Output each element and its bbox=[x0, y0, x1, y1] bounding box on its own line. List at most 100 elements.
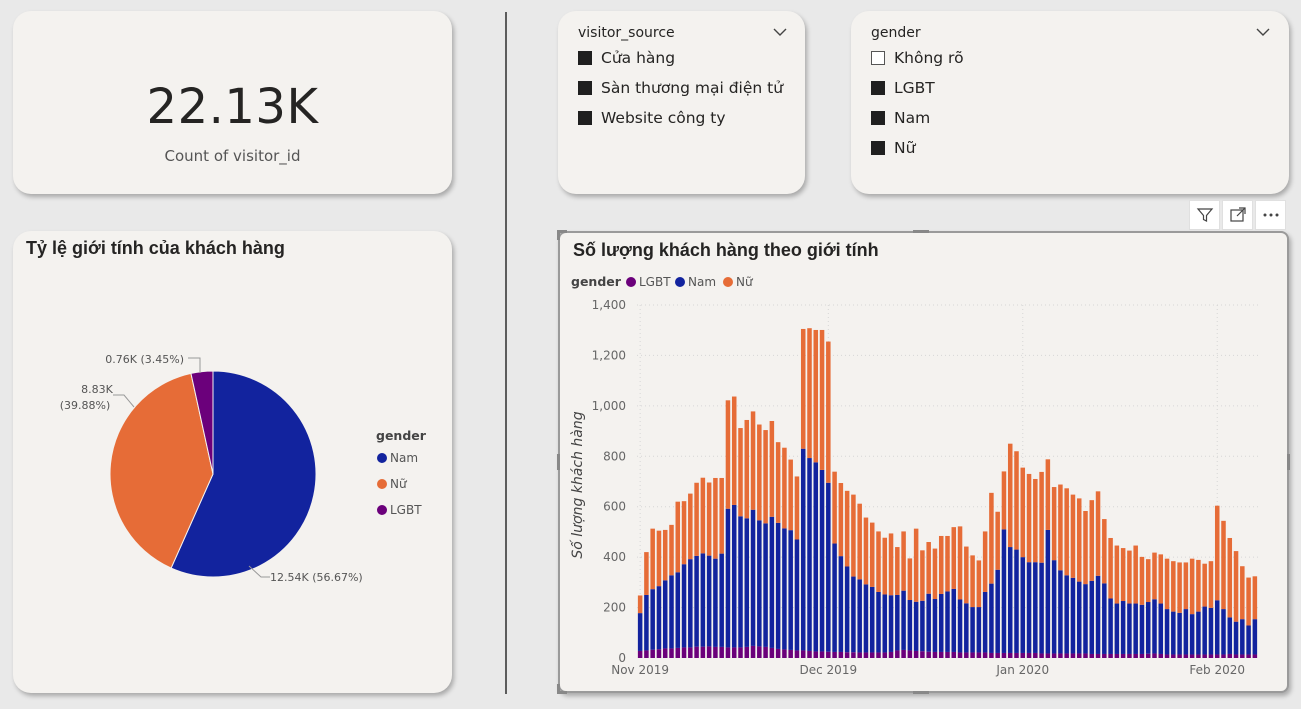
bar-segment-n[interactable] bbox=[1177, 562, 1182, 613]
filter-button[interactable] bbox=[1189, 200, 1220, 230]
bar-segment-n[interactable] bbox=[1001, 471, 1007, 530]
bar-segment-n[interactable] bbox=[1196, 559, 1201, 612]
bar-segment-n[interactable] bbox=[713, 477, 718, 559]
bar-segment-lgbt[interactable] bbox=[819, 651, 825, 658]
bar-segment-lgbt[interactable] bbox=[788, 649, 793, 658]
bar-segment-nam[interactable] bbox=[681, 564, 687, 648]
bar-segment-nam[interactable] bbox=[826, 482, 831, 652]
bar-segment-nam[interactable] bbox=[1108, 598, 1113, 654]
bar-segment-n[interactable] bbox=[744, 419, 750, 519]
bar-segment-lgbt[interactable] bbox=[713, 646, 718, 658]
bar-segment-nam[interactable] bbox=[1064, 575, 1069, 654]
bar-segment-lgbt[interactable] bbox=[650, 649, 655, 658]
bar-segment-lgbt[interactable] bbox=[1252, 654, 1258, 658]
bar-segment-lgbt[interactable] bbox=[694, 646, 699, 658]
bar-segment-n[interactable] bbox=[964, 546, 969, 604]
bar-segment-nam[interactable] bbox=[1158, 603, 1164, 654]
bar-segment-n[interactable] bbox=[1051, 487, 1057, 561]
bar-segment-n[interactable] bbox=[813, 329, 819, 463]
bar-segment-n[interactable] bbox=[976, 560, 982, 608]
bar-segment-lgbt[interactable] bbox=[813, 651, 819, 658]
chevron-down-icon[interactable] bbox=[1256, 27, 1270, 37]
bar-segment-lgbt[interactable] bbox=[1233, 654, 1239, 658]
bar-segment-lgbt[interactable] bbox=[1189, 654, 1195, 658]
bar-segment-lgbt[interactable] bbox=[932, 651, 938, 658]
bar-segment-lgbt[interactable] bbox=[1145, 653, 1151, 658]
bar-segment-nam[interactable] bbox=[694, 555, 699, 647]
bar-segment-nam[interactable] bbox=[1240, 619, 1245, 655]
bar-segment-n[interactable] bbox=[644, 552, 649, 595]
bar-segment-n[interactable] bbox=[706, 482, 712, 556]
bar-segment-n[interactable] bbox=[995, 511, 1000, 570]
bar-segment-n[interactable] bbox=[913, 528, 919, 602]
bar-segment-nam[interactable] bbox=[1233, 621, 1239, 655]
bar-segment-nam[interactable] bbox=[1152, 599, 1157, 654]
bar-segment-lgbt[interactable] bbox=[706, 646, 712, 658]
bar-segment-lgbt[interactable] bbox=[1001, 652, 1007, 658]
kpi-card[interactable]: 22.13K Count of visitor_id bbox=[13, 11, 452, 194]
bar-segment-lgbt[interactable] bbox=[1208, 654, 1214, 658]
bar-segment-lgbt[interactable] bbox=[982, 652, 988, 658]
bar-segment-n[interactable] bbox=[1171, 561, 1176, 612]
more-options-button[interactable] bbox=[1255, 200, 1286, 230]
bar-segment-nam[interactable] bbox=[1033, 562, 1038, 653]
bar-segment-lgbt[interactable] bbox=[1120, 653, 1126, 658]
bar-segment-n[interactable] bbox=[907, 558, 913, 601]
bar-segment-nam[interactable] bbox=[757, 520, 762, 647]
bar-segment-nam[interactable] bbox=[895, 594, 900, 651]
bar-segment-n[interactable] bbox=[719, 477, 724, 554]
bar-segment-nam[interactable] bbox=[1102, 583, 1107, 654]
bar-segment-n[interactable] bbox=[1139, 556, 1145, 605]
bar-segment-nam[interactable] bbox=[688, 559, 693, 648]
bar-segment-n[interactable] bbox=[662, 529, 668, 581]
bar-segment-n[interactable] bbox=[1108, 537, 1113, 599]
bar-segment-nam[interactable] bbox=[1214, 600, 1220, 655]
bar-segment-lgbt[interactable] bbox=[844, 652, 850, 658]
bar-segment-nam[interactable] bbox=[1171, 611, 1176, 655]
bar-segment-n[interactable] bbox=[656, 530, 662, 587]
bar-segment-lgbt[interactable] bbox=[826, 651, 831, 658]
bar-segment-lgbt[interactable] bbox=[882, 652, 888, 658]
bar-segment-n[interactable] bbox=[688, 493, 693, 560]
checkbox-icon[interactable] bbox=[871, 111, 885, 125]
bar-segment-nam[interactable] bbox=[1120, 601, 1126, 654]
bar-segment-n[interactable] bbox=[1152, 552, 1157, 600]
bar-segment-nam[interactable] bbox=[957, 599, 963, 653]
legend-label-nu[interactable]: Nữ bbox=[390, 477, 408, 491]
bar-segment-n[interactable] bbox=[1145, 559, 1151, 603]
bar-segment-nam[interactable] bbox=[794, 539, 800, 651]
checkbox-icon[interactable] bbox=[578, 51, 592, 65]
bar-segment-nam[interactable] bbox=[882, 594, 888, 653]
bar-segment-lgbt[interactable] bbox=[775, 648, 781, 658]
bar-segment-nam[interactable] bbox=[876, 591, 881, 653]
bar-segment-nam[interactable] bbox=[1083, 584, 1088, 654]
bar-segment-nam[interactable] bbox=[888, 595, 894, 652]
bar-segment-n[interactable] bbox=[895, 547, 900, 595]
bar-segment-lgbt[interactable] bbox=[662, 648, 668, 658]
bar-segment-lgbt[interactable] bbox=[1007, 652, 1013, 658]
bar-segment-lgbt[interactable] bbox=[1089, 653, 1095, 658]
bar-segment-lgbt[interactable] bbox=[1214, 654, 1220, 658]
bar-segment-nam[interactable] bbox=[926, 593, 931, 652]
checkbox-icon[interactable] bbox=[578, 111, 592, 125]
bar-segment-nam[interactable] bbox=[920, 600, 925, 652]
bar-segment-n[interactable] bbox=[819, 329, 825, 470]
bar-segment-lgbt[interactable] bbox=[1108, 653, 1113, 658]
bar-segment-nam[interactable] bbox=[1252, 619, 1258, 655]
bar-segment-lgbt[interactable] bbox=[794, 650, 800, 658]
bar-segment-n[interactable] bbox=[675, 501, 681, 573]
bar-segment-nam[interactable] bbox=[769, 516, 775, 648]
bar-segment-nam[interactable] bbox=[763, 523, 768, 647]
gender-slicer[interactable]: gender Không rõ LGBT Nam Nữ bbox=[851, 11, 1289, 194]
bar-segment-n[interactable] bbox=[1214, 505, 1220, 601]
bar-segment-n[interactable] bbox=[1164, 558, 1170, 610]
bar-segment-n[interactable] bbox=[1120, 548, 1126, 602]
bar-segment-nam[interactable] bbox=[788, 530, 793, 650]
bar-segment-n[interactable] bbox=[1064, 488, 1069, 576]
bar-segment-n[interactable] bbox=[1246, 577, 1251, 626]
bar-segment-n[interactable] bbox=[1014, 451, 1019, 550]
bar-segment-lgbt[interactable] bbox=[907, 650, 913, 658]
bar-segment-nam[interactable] bbox=[1127, 603, 1132, 654]
legend-label-nu[interactable]: Nữ bbox=[736, 275, 754, 289]
bar-segment-lgbt[interactable] bbox=[800, 650, 806, 658]
